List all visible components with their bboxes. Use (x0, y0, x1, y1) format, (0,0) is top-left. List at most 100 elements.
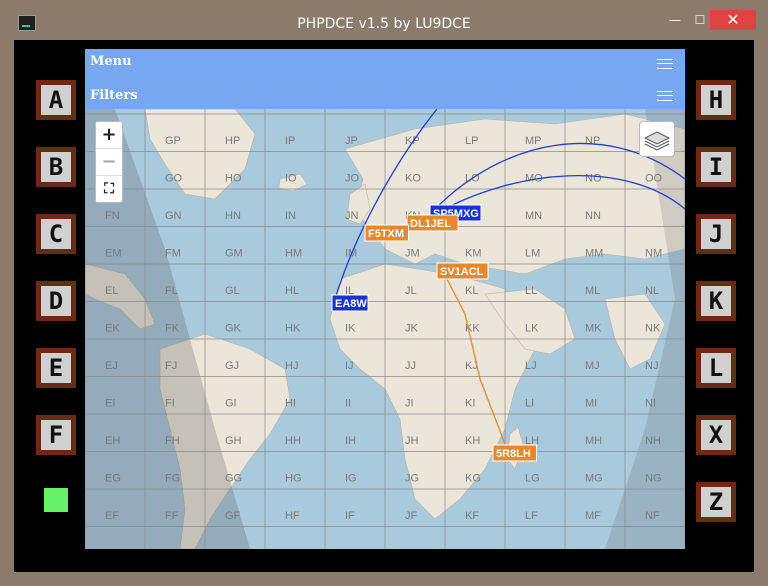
grid-square-label: JI (405, 398, 414, 410)
grid-square-label: JE (405, 548, 418, 550)
grid-square-label: GI (225, 398, 237, 410)
grid-square-label: MK (585, 323, 602, 335)
grid-square-label: HH (285, 435, 301, 447)
menu-hamburger-icon[interactable] (657, 59, 673, 69)
grid-square-label: EG (105, 473, 121, 485)
button-a-label: A (41, 85, 71, 115)
grid-square-label: JK (405, 323, 419, 335)
grid-square-label: GG (225, 473, 242, 485)
zoom-in-button[interactable]: + (96, 122, 122, 149)
grid-square-label: EI (105, 398, 115, 410)
grid-square-label: GP (165, 135, 181, 147)
maximize-button[interactable]: ☐ (690, 10, 710, 30)
grid-square-label: NO (585, 173, 602, 185)
grid-square-label: OO (645, 173, 663, 185)
fullscreen-button[interactable]: ⛶ (96, 176, 122, 202)
button-f-label: F (41, 420, 71, 450)
button-b-label: B (41, 152, 71, 182)
button-c-label: C (41, 219, 71, 249)
zoom-out-button[interactable]: − (96, 149, 122, 176)
button-j-label: J (701, 219, 731, 249)
button-d-label: D (41, 286, 71, 316)
status-indicator (44, 488, 68, 512)
grid-square-label: NN (585, 210, 601, 222)
grid-square-label: HJ (285, 360, 298, 372)
grid-square-label: KL (465, 285, 478, 297)
button-j[interactable]: J (696, 214, 736, 254)
filters-hamburger-icon[interactable] (657, 91, 673, 101)
minimize-button[interactable]: — (660, 10, 690, 30)
grid-square-label: HN (225, 210, 241, 222)
button-b[interactable]: B (36, 147, 76, 187)
map-canvas[interactable]: PPGPHPIPJPKPLPMPNPFOGOHOIOJOKOLOMONOOOFN… (85, 49, 685, 549)
grid-square-label: EH (105, 435, 120, 447)
grid-square-label: IH (345, 435, 356, 447)
map-menu-bar: Menu Filters (85, 49, 685, 109)
grid-square-label: HL (285, 285, 299, 297)
grid-square-label: JN (345, 210, 359, 222)
button-f[interactable]: F (36, 415, 76, 455)
client-area: A B C D E F H I J K L X Z GP HP IP JP KP… (14, 40, 754, 572)
window-title: PHPDCE v1.5 by LU9DCE (297, 16, 471, 32)
button-z-label: Z (701, 487, 731, 517)
button-c[interactable]: C (36, 214, 76, 254)
grid-square-label: KM (465, 248, 482, 260)
layers-button[interactable] (639, 121, 675, 157)
button-l[interactable]: L (696, 348, 736, 388)
grid-square-label: GK (225, 323, 242, 335)
button-k-label: K (701, 286, 731, 316)
grid-square-label: HF (285, 510, 300, 522)
grid-square-label: JJ (405, 360, 416, 372)
grid-square-label: KO (405, 173, 421, 185)
grid-square-label: IG (345, 473, 357, 485)
grid-square-label: LE (525, 548, 538, 550)
button-x-label: X (701, 420, 731, 450)
button-z[interactable]: Z (696, 482, 736, 522)
button-k[interactable]: K (696, 281, 736, 321)
grid-square-label: II (345, 398, 351, 410)
map-panel[interactable]: PPGPHPIPJPKPLPMPNPFOGOHOIOJOKOLOMONOOOFN… (85, 49, 685, 549)
grid-square-label: NG (645, 473, 662, 485)
grid-square-label: KE (465, 548, 480, 550)
filters-label[interactable]: Filters (90, 88, 138, 103)
grid-square-label: FK (165, 323, 180, 335)
grid-square-label: LF (525, 510, 538, 522)
button-e[interactable]: E (36, 348, 76, 388)
station-label-dl1jel[interactable]: DL1JEL (406, 214, 459, 232)
grid-square-label: FE (165, 548, 179, 550)
grid-square-label: EM (105, 248, 122, 260)
station-label-sv1acl[interactable]: SV1ACL (436, 262, 489, 280)
grid-square-label: GF (225, 510, 241, 522)
grid-square-label: IF (345, 510, 355, 522)
grid-square-label: MJ (585, 360, 600, 372)
grid-square-label: GN (165, 210, 182, 222)
grid-square-label: IK (345, 323, 356, 335)
grid-square-label: NF (645, 510, 660, 522)
grid-square-label: FN (105, 210, 120, 222)
station-label-f5txm[interactable]: F5TXM (364, 224, 409, 242)
button-d[interactable]: D (36, 281, 76, 321)
grid-square-label: NM (645, 248, 662, 260)
grid-square-label: JL (405, 285, 417, 297)
grid-square-label: HG (285, 473, 302, 485)
grid-square-label: ME (585, 548, 602, 550)
grid-square-label: EL (105, 285, 118, 297)
station-callsign: SV1ACL (440, 266, 484, 278)
menu-label[interactable]: Menu (90, 54, 132, 69)
grid-square-label: GO (165, 173, 183, 185)
grid-square-label: MG (585, 473, 603, 485)
station-callsign: F5TXM (368, 228, 404, 240)
button-x[interactable]: X (696, 415, 736, 455)
station-label-5r8lh[interactable]: 5R8LH (492, 444, 537, 462)
grid-square-label: HO (225, 173, 242, 185)
grid-square-label: JG (405, 473, 419, 485)
grid-square-label: LP (465, 135, 478, 147)
grid-square-label: FL (165, 285, 178, 297)
title-bar[interactable]: PHPDCE v1.5 by LU9DCE — ☐ ✕ (0, 0, 768, 32)
close-button[interactable]: ✕ (710, 10, 756, 30)
button-h[interactable]: H (696, 80, 736, 120)
station-label-ea8w[interactable]: EA8W (331, 294, 369, 312)
button-a[interactable]: A (36, 80, 76, 120)
button-i[interactable]: I (696, 147, 736, 187)
station-callsign: EA8W (335, 298, 367, 310)
